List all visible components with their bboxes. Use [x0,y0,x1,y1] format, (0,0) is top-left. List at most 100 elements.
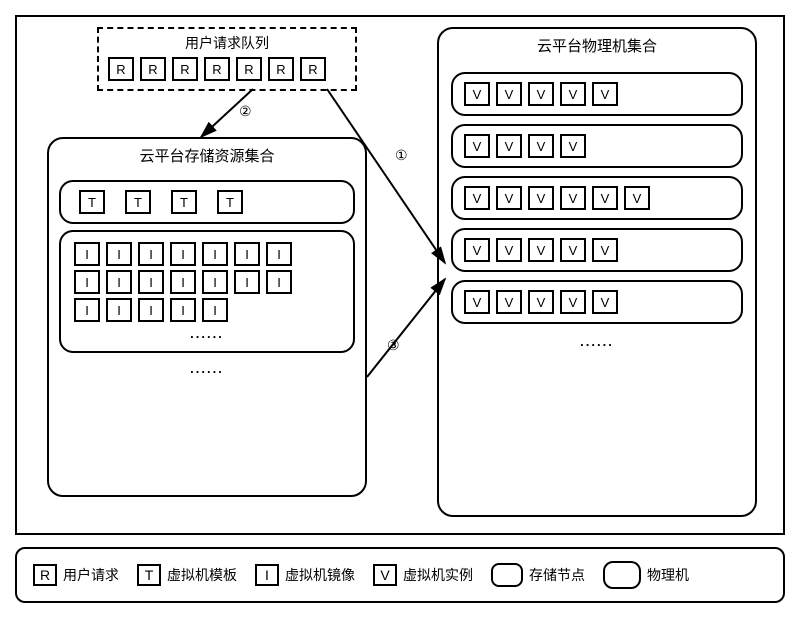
legend-i: I 虚拟机镜像 [255,564,355,586]
images-row: IIIIIII [71,268,343,296]
cell: I [138,270,164,294]
request-queue-title: 用户请求队列 [105,33,349,53]
cell: V [464,290,490,314]
cell: V [592,290,618,314]
arrow-label-1: ① [395,147,408,164]
physical-machine-box: VVVVVV [451,176,743,220]
storage-panel-dots: ...... [49,359,365,378]
legend-v-icon: V [373,564,397,586]
cell: I [266,270,292,294]
images-row: IIIII [71,296,343,324]
cell: R [236,57,262,81]
cell: R [300,57,326,81]
cell: V [560,290,586,314]
physical-rows: VVVVVVVVVVVVVVVVVVVVVVVVV [439,72,755,324]
legend-storage-node-text: 存储节点 [529,565,585,585]
cell: I [234,270,260,294]
cell: V [624,186,650,210]
legend-physical-machine-text: 物理机 [647,565,689,585]
legend-t-icon: T [137,564,161,586]
legend-r: R 用户请求 [33,564,119,586]
cell: V [592,238,618,262]
cell: V [528,238,554,262]
cell: V [496,238,522,262]
legend-i-icon: I [255,564,279,586]
cell: V [560,238,586,262]
images-rows: IIIIIIIIIIIIIIIIIII [71,240,343,324]
legend-v-text: 虚拟机实例 [403,565,473,585]
legend-t-text: 虚拟机模板 [167,565,237,585]
cell: V [592,186,618,210]
physical-machine-box: VVVVV [451,280,743,324]
arrow-label-2: ② [239,103,252,120]
legend-storage-node: 存储节点 [491,563,585,587]
cell: I [138,242,164,266]
cell: V [464,186,490,210]
images-dots: ...... [71,324,343,343]
templates-row: TTTT [69,188,345,216]
cell: I [170,270,196,294]
legend: R 用户请求 T 虚拟机模板 I 虚拟机镜像 V 虚拟机实例 存储节点 物理机 [15,547,785,603]
cell: R [108,57,134,81]
cell: V [464,134,490,158]
cell: V [592,82,618,106]
vm-row: VVVVV [461,288,733,316]
templates-box: TTTT [59,180,355,224]
cell: I [106,270,132,294]
cell: R [268,57,294,81]
vm-row: VVVVV [461,236,733,264]
legend-r-text: 用户请求 [63,565,119,585]
cell: I [202,242,228,266]
legend-storage-node-icon [491,563,523,587]
physical-machine-box: VVVVV [451,72,743,116]
cell: V [560,134,586,158]
cell: R [172,57,198,81]
cell: R [140,57,166,81]
cell: I [74,270,100,294]
cell: I [74,242,100,266]
vm-row: VVVVV [461,80,733,108]
cell: I [202,270,228,294]
cell: V [496,82,522,106]
cell: V [496,186,522,210]
legend-t: T 虚拟机模板 [137,564,237,586]
cell: V [560,186,586,210]
cell: V [528,290,554,314]
physical-panel-title: 云平台物理机集合 [439,29,755,64]
request-queue-box: 用户请求队列 RRRRRRR [97,27,357,91]
cell: V [528,134,554,158]
cell: V [464,82,490,106]
vm-row: VVVVVV [461,184,733,212]
cell: T [125,190,151,214]
storage-panel: 云平台存储资源集合 TTTT IIIIIIIIIIIIIIIIIII .....… [47,137,367,497]
cell: I [170,298,196,322]
cell: T [171,190,197,214]
cell: I [74,298,100,322]
legend-physical-machine-icon [603,561,641,589]
cell: V [496,134,522,158]
cell: I [106,298,132,322]
storage-panel-title: 云平台存储资源集合 [49,139,365,174]
images-row: IIIIIII [71,240,343,268]
cell: V [464,238,490,262]
cell: V [496,290,522,314]
arrow-label-3: ③ [387,337,400,354]
cell: I [106,242,132,266]
cell: I [202,298,228,322]
cell: R [204,57,230,81]
cell: V [560,82,586,106]
cell: T [79,190,105,214]
cell: V [528,82,554,106]
physical-panel-dots: ...... [439,332,755,351]
images-box: IIIIIIIIIIIIIIIIIII ...... [59,230,355,353]
vm-row: VVVV [461,132,733,160]
legend-v: V 虚拟机实例 [373,564,473,586]
cell: T [217,190,243,214]
legend-i-text: 虚拟机镜像 [285,565,355,585]
legend-r-icon: R [33,564,57,586]
legend-physical-machine: 物理机 [603,561,689,589]
cell: V [528,186,554,210]
physical-panel: 云平台物理机集合 VVVVVVVVVVVVVVVVVVVVVVVVV .....… [437,27,757,517]
physical-machine-box: VVVVV [451,228,743,272]
physical-machine-box: VVVV [451,124,743,168]
